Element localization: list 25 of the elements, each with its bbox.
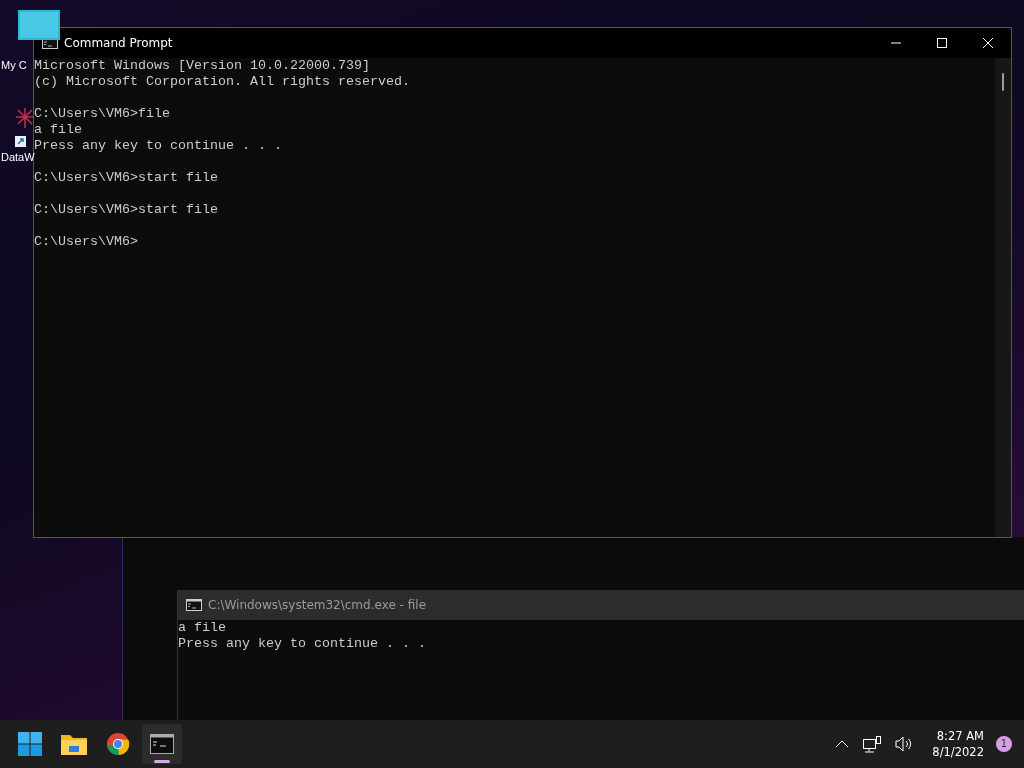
console-line: C:\Users\VM6>start file xyxy=(34,170,218,186)
shortcut-icon[interactable] xyxy=(14,108,36,148)
console-line: a file xyxy=(34,122,82,138)
clock-time[interactable]: 8:27 AM xyxy=(932,728,984,744)
scrollbar[interactable] xyxy=(995,58,1011,537)
desktop-icon-label[interactable]: My C xyxy=(0,58,27,72)
terminal-icon xyxy=(42,37,58,49)
clock-date[interactable]: 8/1/2022 xyxy=(932,744,984,760)
terminal-icon xyxy=(186,599,202,611)
desktop-icon-label[interactable]: DataW xyxy=(0,150,35,164)
console-line: Press any key to continue . . . xyxy=(178,636,426,652)
notification-badge[interactable]: 1 xyxy=(996,736,1012,752)
console-line: C:\Users\VM6>file xyxy=(34,106,170,122)
window-title: Command Prompt xyxy=(64,36,173,50)
close-icon xyxy=(982,37,994,49)
console-line: C:\Users\VM6> xyxy=(34,234,138,250)
terminal-icon[interactable] xyxy=(142,724,182,764)
console-line: C:\Users\VM6>start file xyxy=(34,202,218,218)
console-line: a file xyxy=(178,620,226,636)
window-title: C:\Windows\system32\cmd.exe - file xyxy=(208,598,426,612)
scrollbar-thumb[interactable] xyxy=(1002,73,1004,91)
console-line: Press any key to continue . . . xyxy=(34,138,282,153)
console-line: (c) Microsoft Corporation. All rights reserved. xyxy=(34,74,410,90)
console-line: Microsoft Windows [Version 10.0.22000.739] xyxy=(34,58,370,74)
maximize-icon xyxy=(936,37,948,49)
